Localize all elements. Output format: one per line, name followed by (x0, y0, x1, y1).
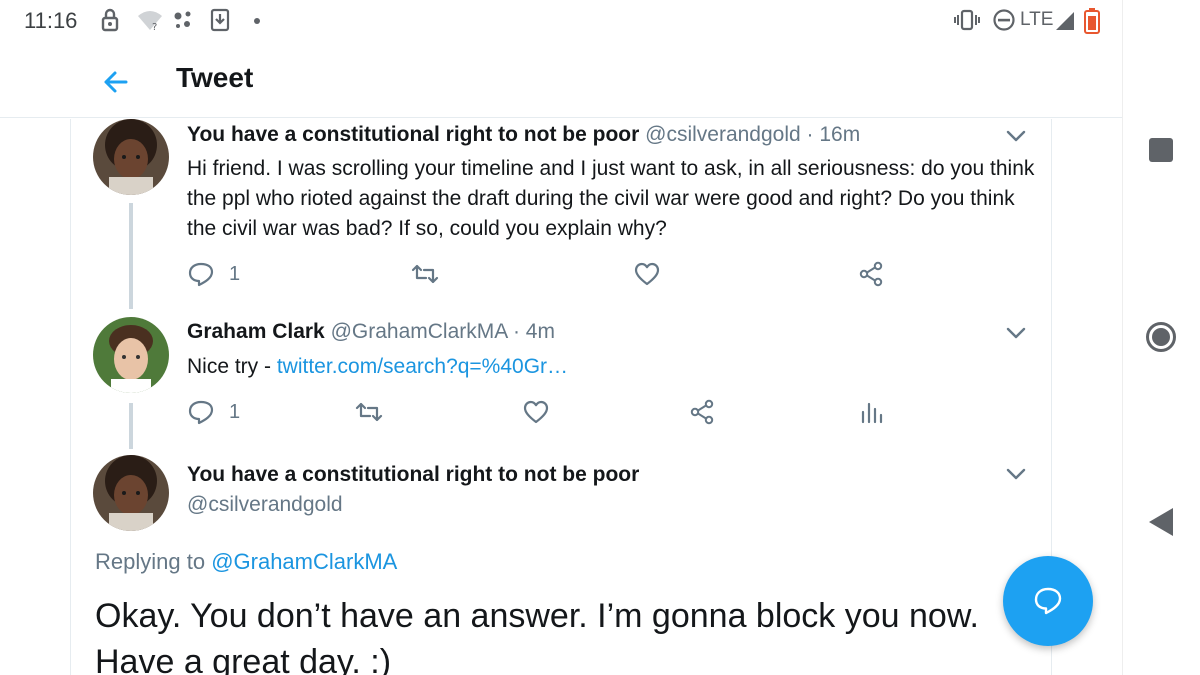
separator: · (806, 123, 814, 146)
lock-icon (100, 8, 120, 38)
tweet-header: You have a constitutional right to not b… (187, 123, 860, 147)
tweet-text: Hi friend. I was scrolling your timeline… (187, 157, 1035, 240)
replying-to-label: Replying to (95, 549, 212, 574)
chevron-down-icon[interactable] (1001, 459, 1031, 489)
svg-text:?: ? (152, 22, 157, 32)
display-name[interactable]: You have a constitutional right to not b… (187, 123, 639, 146)
home-icon[interactable] (1146, 322, 1176, 352)
back-button[interactable] (96, 62, 136, 102)
timestamp[interactable]: 4m (526, 320, 555, 343)
chevron-down-icon[interactable] (1001, 121, 1031, 151)
like-button[interactable] (522, 397, 550, 427)
focused-tweet-text: Okay. You don’t have an answer. I’m gonn… (95, 597, 979, 675)
page-title: Tweet (176, 62, 254, 93)
reply-icon (188, 400, 214, 425)
retweet-button[interactable] (355, 397, 383, 427)
user-handle[interactable]: @GrahamClarkMA (331, 320, 508, 343)
reply-icon (188, 262, 214, 287)
arrow-left-icon (104, 71, 128, 93)
status-bar: 11:16 ? LTE (0, 0, 1122, 42)
like-button[interactable] (633, 259, 661, 289)
tweet-link[interactable]: twitter.com/search?q=%40Gr… (277, 355, 568, 378)
vibrate-icon (954, 8, 980, 38)
status-time: 11:16 (24, 8, 78, 33)
network-type: LTE (1020, 9, 1054, 30)
share-button[interactable] (688, 397, 716, 427)
heart-icon (634, 262, 660, 286)
display-name[interactable]: You have a constitutional right to not b… (187, 463, 639, 487)
download-icon (210, 8, 230, 38)
conversation-thread: You have a constitutional right to not b… (70, 119, 1052, 675)
wifi-question-icon: ? (136, 8, 164, 38)
dnd-icon (992, 8, 1016, 38)
reply-count: 1 (229, 400, 241, 423)
avatar[interactable] (93, 317, 169, 393)
user-handle[interactable]: @csilverandgold (187, 493, 343, 517)
display-name[interactable]: Graham Clark (187, 320, 325, 343)
retweet-button[interactable] (411, 259, 439, 289)
reply-button[interactable]: 1 (187, 259, 240, 289)
replying-to-handle[interactable]: @GrahamClarkMA (211, 549, 397, 574)
thread-connector (129, 403, 133, 449)
share-icon (690, 399, 714, 425)
app-bar: Tweet (0, 42, 1122, 118)
avatar[interactable] (93, 455, 169, 531)
tweet-text-prefix: Nice try - (187, 355, 277, 378)
assistant-dots-icon (172, 8, 196, 38)
separator: · (512, 320, 520, 343)
avatar[interactable] (93, 119, 169, 195)
tweet-header: Graham Clark @GrahamClarkMA · 4m (187, 320, 555, 344)
replying-to: Replying to @GrahamClarkMA (95, 549, 397, 575)
reply-bubble-icon (1034, 587, 1062, 615)
battery-icon (1084, 8, 1100, 40)
user-handle[interactable]: @csilverandgold (645, 123, 801, 146)
back-triangle-icon[interactable] (1149, 508, 1173, 536)
recents-icon[interactable] (1149, 138, 1173, 162)
share-button[interactable] (857, 259, 885, 289)
notification-dot-icon (252, 8, 262, 38)
system-nav-bar (1122, 0, 1200, 675)
chevron-down-icon[interactable] (1001, 318, 1031, 348)
signal-icon (1054, 8, 1076, 38)
retweet-icon (355, 402, 383, 422)
retweet-icon (411, 264, 439, 284)
share-icon (859, 261, 883, 287)
reply-button[interactable]: 1 (187, 397, 240, 427)
analytics-icon (861, 402, 883, 424)
tweet-text: Nice try - twitter.com/search?q=%40Gr… (187, 352, 1037, 382)
compose-reply-button[interactable] (1003, 556, 1093, 646)
timestamp[interactable]: 16m (819, 123, 860, 146)
analytics-button[interactable] (857, 397, 885, 427)
heart-icon (523, 400, 549, 424)
thread-connector (129, 203, 133, 309)
reply-count: 1 (229, 262, 241, 285)
